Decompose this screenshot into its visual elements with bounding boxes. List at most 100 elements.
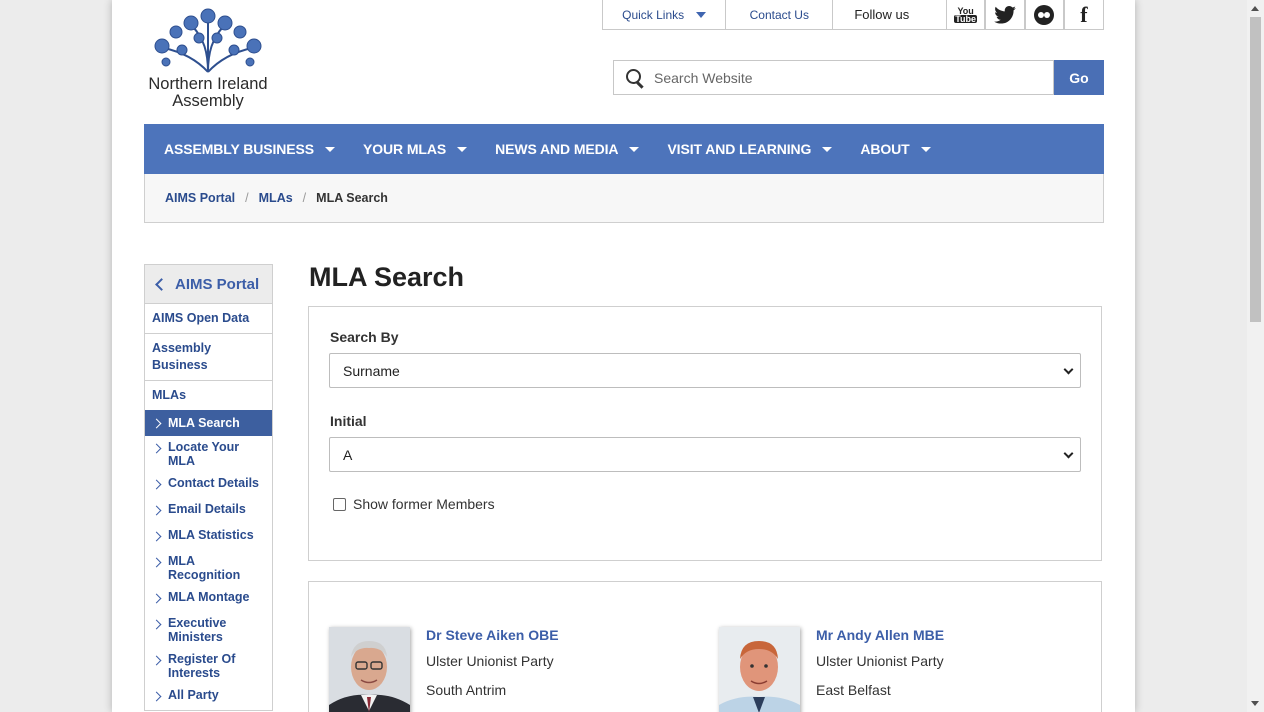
site-search	[613, 60, 1054, 95]
breadcrumb-aims-portal[interactable]: AIMS Portal	[165, 191, 235, 205]
facebook-link[interactable]: f	[1063, 0, 1103, 29]
nav-item-your-mlas[interactable]: YOUR MLAS	[363, 141, 468, 157]
youtube-icon-bottom: Tube	[954, 13, 978, 24]
mla-constituency: East Belfast	[816, 682, 891, 698]
chevron-right-icon	[151, 557, 162, 568]
search-by-select[interactable]: Surname	[329, 353, 1081, 388]
scrollbar-thumb[interactable]	[1250, 17, 1261, 322]
mla-name-link[interactable]: Dr Steve Aiken OBE	[426, 627, 559, 643]
flickr-link[interactable]	[1024, 0, 1064, 29]
chevron-right-icon	[151, 418, 162, 428]
nav-item-visit-and-learning[interactable]: VISIT AND LEARNING	[667, 141, 833, 157]
youtube-icon: You Tube	[954, 6, 978, 24]
search-by-value: Surname	[343, 362, 400, 379]
breadcrumb: AIMS Portal / MLAs / MLA Search	[144, 174, 1104, 223]
follow-us-label: Follow us	[854, 7, 910, 22]
sidebar-item-aims-open-data[interactable]: AIMS Open Data	[145, 304, 272, 334]
caret-down-icon	[457, 146, 468, 152]
sidebar-item-label: Contact Details	[168, 476, 259, 490]
flickr-icon	[1034, 4, 1055, 25]
sidebar-item-label: Locate Your MLA	[168, 440, 240, 468]
mla-photo[interactable]	[719, 627, 800, 712]
sidebar-item-executive-ministers[interactable]: Executive Ministers	[145, 612, 272, 648]
mla-party: Ulster Unionist Party	[816, 653, 944, 669]
vertical-scrollbar[interactable]	[1247, 0, 1264, 712]
sidebar-back-aims-portal[interactable]: AIMS Portal	[145, 265, 272, 304]
quick-links-dropdown[interactable]: Quick Links	[603, 0, 727, 29]
show-former-label: Show former Members	[353, 496, 495, 512]
search-input[interactable]	[654, 69, 1034, 86]
nav-item-news-and-media[interactable]: NEWS AND MEDIA	[495, 141, 640, 157]
nav-label: NEWS AND MEDIA	[495, 141, 619, 157]
mla-photo[interactable]	[329, 627, 410, 712]
caret-down-icon	[920, 146, 931, 152]
chevron-left-icon	[155, 277, 168, 291]
contact-us-link[interactable]: Contact Us	[726, 0, 834, 29]
initial-select[interactable]: A	[329, 437, 1081, 472]
sidebar: AIMS Portal AIMS Open Data Assembly Busi…	[144, 264, 273, 711]
search-icon	[626, 68, 644, 87]
sidebar-heading: AIMS Portal	[175, 275, 260, 293]
caret-down-icon	[696, 11, 707, 18]
contact-us-label: Contact Us	[749, 7, 809, 22]
mla-portrait-image	[329, 627, 410, 712]
nav-label: ASSEMBLY BUSINESS	[164, 141, 315, 157]
chevron-right-icon	[151, 691, 162, 702]
initial-label: Initial	[330, 413, 367, 429]
caret-down-icon	[822, 146, 833, 152]
facebook-icon: f	[1080, 1, 1088, 27]
chevron-right-icon	[151, 593, 162, 604]
results-panel: Dr Steve Aiken OBE Ulster Unionist Party…	[308, 581, 1102, 712]
twitter-link[interactable]	[985, 0, 1025, 29]
search-go-button[interactable]: Go	[1054, 60, 1104, 95]
breadcrumb-separator: /	[302, 191, 307, 205]
nav-item-assembly-business[interactable]: ASSEMBLY BUSINESS	[164, 141, 336, 157]
breadcrumb-separator: /	[245, 191, 249, 205]
chevron-right-icon	[151, 505, 162, 516]
nav-label: VISIT AND LEARNING	[667, 141, 812, 157]
sidebar-item-label: MLA Recognition	[168, 554, 241, 582]
sidebar-item-label: Executive Ministers	[168, 616, 227, 644]
scroll-up-arrow-icon[interactable]	[1251, 6, 1259, 11]
main-nav: ASSEMBLY BUSINESS YOUR MLAS NEWS AND MED…	[144, 124, 1104, 174]
scroll-down-arrow-icon[interactable]	[1251, 701, 1259, 706]
chevron-right-icon	[151, 655, 162, 666]
utility-bar: Quick Links Contact Us Follow us You Tub…	[602, 0, 1104, 30]
youtube-link[interactable]: You Tube	[946, 0, 986, 29]
breadcrumb-current: MLA Search	[316, 191, 388, 205]
mla-party: Ulster Unionist Party	[426, 653, 554, 669]
logo-line-1: Northern Ireland	[148, 75, 268, 93]
sidebar-item-assembly-business[interactable]: Assembly Business	[145, 334, 272, 381]
sidebar-item-label: Register Of Interests	[168, 652, 236, 680]
page: Northern Ireland Assembly Quick Links Co…	[112, 0, 1135, 712]
sidebar-item-mla-montage[interactable]: MLA Montage	[145, 586, 272, 612]
sidebar-item-mlas[interactable]: MLAs	[145, 381, 272, 410]
chevron-right-icon	[151, 531, 162, 542]
sidebar-item-email-details[interactable]: Email Details	[145, 498, 272, 524]
logo-text: Northern Ireland Assembly	[142, 76, 274, 110]
nav-item-about[interactable]: ABOUT	[860, 141, 931, 157]
chevron-right-icon	[151, 479, 162, 490]
quick-links-label: Quick Links	[622, 7, 685, 22]
mla-name-link[interactable]: Mr Andy Allen MBE	[816, 627, 944, 643]
mla-info: Dr Steve Aiken OBE Ulster Unionist Party…	[426, 627, 559, 712]
nia-logo[interactable]: Northern Ireland Assembly	[142, 8, 274, 112]
sidebar-item-all-party[interactable]: All Party	[145, 684, 272, 710]
show-former-checkbox[interactable]	[333, 497, 346, 511]
initial-value: A	[343, 446, 353, 463]
sidebar-item-contact-details[interactable]: Contact Details	[145, 472, 272, 498]
nav-label: YOUR MLAS	[363, 141, 447, 157]
sidebar-item-register-of-interests[interactable]: Register Of Interests	[145, 648, 272, 684]
sidebar-item-label: Email Details	[168, 502, 246, 516]
breadcrumb-mlas[interactable]: MLAs	[259, 191, 293, 205]
mla-card: Mr Andy Allen MBE Ulster Unionist Party …	[719, 627, 944, 712]
sidebar-item-mla-recognition[interactable]: MLA Recognition	[145, 550, 272, 586]
chevron-down-icon	[1063, 364, 1074, 375]
nav-label: ABOUT	[860, 141, 910, 157]
show-former-members: Show former Members	[333, 496, 495, 512]
logo-line-2: Assembly	[172, 92, 244, 110]
sidebar-item-mla-search[interactable]: MLA Search	[145, 410, 272, 436]
chevron-right-icon	[151, 443, 162, 454]
sidebar-item-locate-your-mla[interactable]: Locate Your MLA	[145, 436, 272, 472]
sidebar-item-mla-statistics[interactable]: MLA Statistics	[145, 524, 272, 550]
